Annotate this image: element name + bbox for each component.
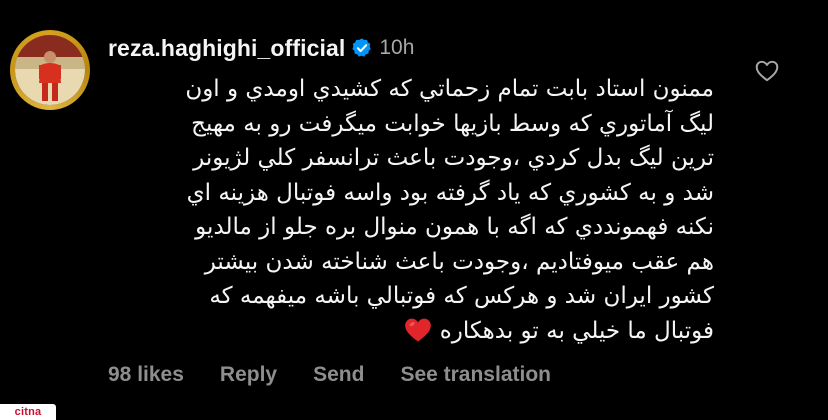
see-translation-button[interactable]: See translation bbox=[400, 363, 551, 387]
comment-line: نكنه فهمونددي كه اگه با همون منوال بره ج… bbox=[195, 214, 714, 240]
likes-count[interactable]: 98 likes bbox=[108, 363, 184, 387]
verified-badge-icon bbox=[351, 37, 373, 59]
comment-line: هم عقب ميوفتاديم ،وجودت باعث شناخته شدن … bbox=[204, 248, 714, 275]
avatar[interactable] bbox=[15, 35, 85, 105]
timestamp: 10h bbox=[379, 36, 415, 59]
comment-line: كشور ايران شد و هركس كه فوتبالي باشه ميف… bbox=[209, 283, 714, 309]
comment-actions: 98 likes Reply Send See translation bbox=[108, 360, 587, 390]
avatar-story-ring[interactable] bbox=[10, 30, 90, 110]
comment-line: ترين ليگ بدل كردي ،وجودت باعث ترانسفر كل… bbox=[193, 145, 714, 171]
comment-line: ليگ آماتوري كه وسط بازيها خوابت ميگرفت ر… bbox=[191, 110, 714, 137]
comment-line-text: فوتبال ما خيلي به تو بدهكاره bbox=[439, 317, 714, 344]
heart-outline-icon[interactable] bbox=[754, 58, 780, 84]
avatar-photo bbox=[15, 35, 85, 105]
comment-line: شد و به كشوري كه ياد گرفته بود واسه فوتب… bbox=[186, 179, 714, 206]
send-button[interactable]: Send bbox=[313, 363, 364, 387]
comment-line-last: فوتبال ما خيلي به تو بدهكاره bbox=[104, 314, 714, 349]
comment-header: reza.haghighi_official 10h bbox=[108, 32, 414, 64]
username[interactable]: reza.haghighi_official bbox=[108, 35, 345, 62]
comment: reza.haghighi_official 10h ممنون استاد ب… bbox=[0, 0, 828, 420]
comment-line: ممنون استاد بابت تمام زحماتي كه كشيدي او… bbox=[185, 76, 714, 102]
watermark-logo: citna bbox=[0, 404, 56, 420]
red-heart-emoji bbox=[404, 317, 432, 343]
reply-button[interactable]: Reply bbox=[220, 363, 277, 387]
comment-text: ممنون استاد بابت تمام زحماتي كه كشيدي او… bbox=[104, 72, 714, 348]
